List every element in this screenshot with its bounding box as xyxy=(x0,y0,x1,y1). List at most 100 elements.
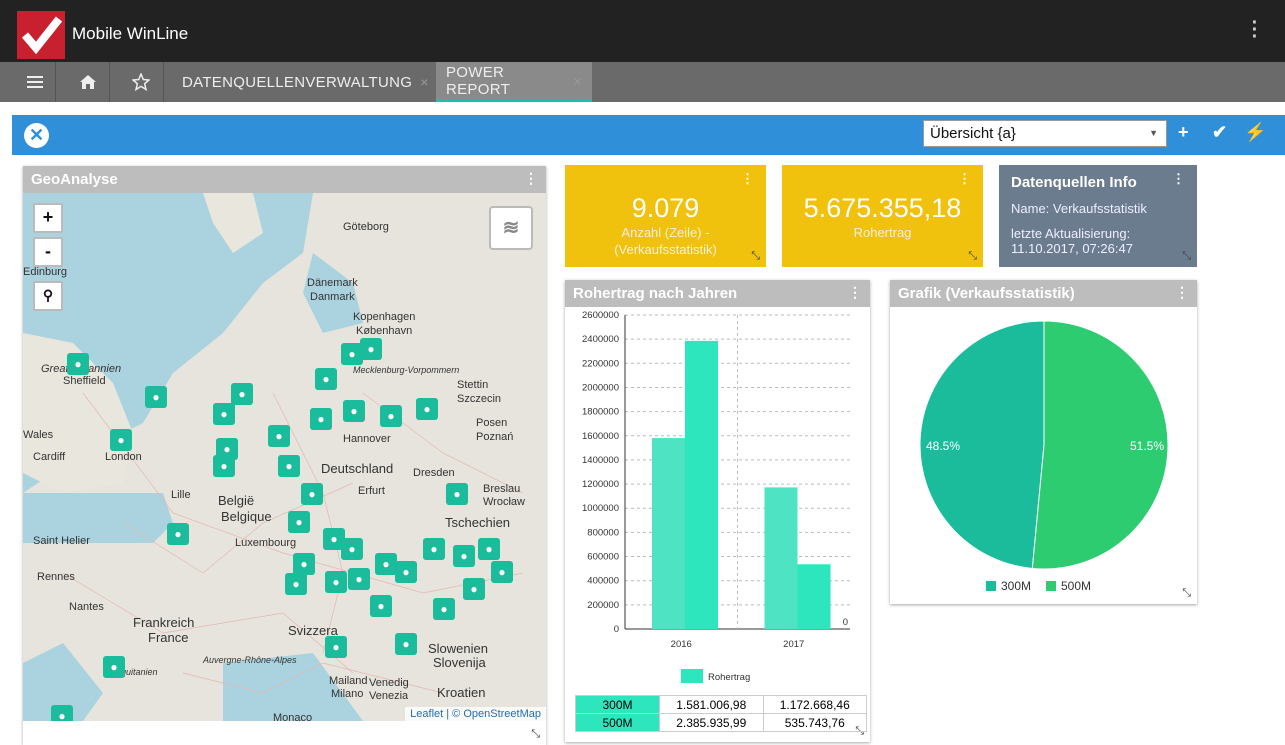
app-title: Mobile WinLine xyxy=(72,24,189,43)
checkmark-icon[interactable]: ✔ xyxy=(1212,122,1227,143)
map-marker[interactable]: ● xyxy=(395,633,417,655)
map-marker[interactable]: ● xyxy=(231,383,253,405)
map-view[interactable]: Göteborg Dänemark Danmark Kopenhagen Køb… xyxy=(23,193,546,721)
map-marker[interactable]: ● xyxy=(478,538,500,560)
data-table: 300M 1.581.006,98 1.172.668,46 500M 2.38… xyxy=(575,695,867,732)
map-marker[interactable]: ● xyxy=(167,523,189,545)
pie-chart-header: Grafik (Verkaufsstatistik) ⋮ xyxy=(890,280,1197,307)
bar xyxy=(652,438,685,629)
y-tick-label: 400000 xyxy=(587,576,619,587)
map-marker[interactable]: ● xyxy=(360,338,382,360)
hamburger-menu-icon[interactable] xyxy=(14,62,56,102)
map-marker[interactable]: ● xyxy=(293,553,315,575)
map-marker[interactable]: ● xyxy=(315,368,337,390)
bar-chart-panel: Rohertrag nach Jahren ⋮ 0 200000 400000 600… xyxy=(565,280,870,742)
map-attribution[interactable]: Leaflet | © OpenStreetMap xyxy=(405,707,546,721)
favorite-star-icon[interactable] xyxy=(118,62,164,102)
legend-swatch xyxy=(986,581,996,591)
map-marker[interactable]: ● xyxy=(370,595,392,617)
bar-chart: 0 200000 400000 600000 800000 1000000 1200000 1… xyxy=(582,310,850,683)
map-marker[interactable]: ● xyxy=(301,483,323,505)
map-marker[interactable]: ● xyxy=(341,538,363,560)
map-marker[interactable]: ● xyxy=(288,511,310,533)
tab-power-report[interactable]: Power Report × xyxy=(436,62,592,102)
table-row: 300M 1.581.006,98 1.172.668,46 xyxy=(575,695,867,714)
map-marker[interactable]: ● xyxy=(491,561,513,583)
y-tick-label: 2600000 xyxy=(582,310,619,321)
map-marker[interactable]: ● xyxy=(145,386,167,408)
resize-handle-icon[interactable]: ⤡ xyxy=(968,250,977,263)
map-marker[interactable]: ● xyxy=(375,553,397,575)
panel-menu-icon[interactable]: ⋮ xyxy=(1175,284,1189,301)
panel-menu-icon[interactable]: ⋮ xyxy=(958,171,971,187)
kpi-card-anzahl: ⋮ 9.079 Anzahl (Zeile) - (Verkaufsstatis… xyxy=(565,165,766,267)
y-tick-label: 1000000 xyxy=(582,503,619,514)
close-report-icon[interactable]: ✕ xyxy=(24,123,49,148)
map-marker[interactable]: ● xyxy=(380,405,402,427)
resize-handle-icon[interactable]: ⤡ xyxy=(1182,250,1191,263)
y-tick-label: 200000 xyxy=(587,600,619,611)
table-cell: 1.172.668,46 xyxy=(762,695,867,714)
map-marker[interactable]: ● xyxy=(213,403,235,425)
map-marker[interactable]: ● xyxy=(348,568,370,590)
resize-handle-icon[interactable]: ⤡ xyxy=(1182,587,1191,600)
map-marker[interactable]: ● xyxy=(416,398,438,420)
data-label: 0 xyxy=(843,617,848,628)
map-marker[interactable]: ● xyxy=(268,425,290,447)
map-marker[interactable]: ● xyxy=(453,545,475,567)
layers-icon[interactable]: ≋ xyxy=(489,206,533,250)
bar-chart-title: Rohertrag nach Jahren xyxy=(573,285,738,302)
panel-menu-icon[interactable]: ⋮ xyxy=(524,170,538,187)
map-search-icon[interactable]: ⚲ xyxy=(33,281,63,311)
map-marker[interactable]: ● xyxy=(446,483,468,505)
y-tick-label: 2000000 xyxy=(582,382,619,393)
close-tab-icon[interactable]: × xyxy=(420,74,428,90)
map-marker[interactable]: ● xyxy=(278,455,300,477)
map-marker[interactable]: ● xyxy=(285,573,307,595)
chevron-down-icon: ▼ xyxy=(1149,128,1158,138)
table-cell: 2.385.935,99 xyxy=(659,713,764,732)
bar xyxy=(797,564,831,629)
map-marker[interactable]: ● xyxy=(51,705,73,721)
info-title: Datenquellen Info xyxy=(1011,174,1137,191)
table-cell: 1.581.006,98 xyxy=(659,695,764,714)
add-icon[interactable]: + xyxy=(1178,122,1189,143)
tab-datenquellenverwaltung[interactable]: Datenquellenverwaltung × xyxy=(172,62,439,102)
resize-handle-icon[interactable]: ⤡ xyxy=(531,728,540,741)
magic-wand-icon[interactable]: ⚡ xyxy=(1244,122,1266,143)
y-tick-label: 1400000 xyxy=(582,455,619,466)
map-marker[interactable]: ● xyxy=(395,561,417,583)
view-select[interactable]: Übersicht {a} ▼ xyxy=(923,120,1167,147)
map-marker[interactable]: ● xyxy=(213,455,235,477)
map-marker[interactable]: ● xyxy=(423,538,445,560)
zoom-in-button[interactable]: + xyxy=(33,203,63,233)
close-tab-icon[interactable]: × xyxy=(574,73,582,89)
panel-menu-icon[interactable]: ⋮ xyxy=(848,284,862,301)
map-marker[interactable]: ● xyxy=(343,400,365,422)
zoom-out-button[interactable]: - xyxy=(33,237,63,267)
map-marker[interactable]: ● xyxy=(325,571,347,593)
map-marker[interactable]: ● xyxy=(103,656,125,678)
table-row: 500M 2.385.935,99 535.743,76 xyxy=(575,713,867,732)
info-updated-label: letzte Aktualisierung: xyxy=(1011,226,1131,241)
map-marker[interactable]: ● xyxy=(310,408,332,430)
map-marker[interactable]: ● xyxy=(463,578,485,600)
kpi-card-rohertrag: ⋮ 5.675.355,18 Rohertrag ⤡ xyxy=(782,165,983,267)
datasource-info-card: ⋮ Datenquellen Info Name: Verkaufsstatis… xyxy=(999,165,1197,267)
y-tick-label: 1800000 xyxy=(582,407,619,418)
home-icon[interactable] xyxy=(66,62,110,102)
map-marker[interactable]: ● xyxy=(325,636,347,658)
map-marker[interactable]: ● xyxy=(110,429,132,451)
map-marker[interactable]: ● xyxy=(433,598,455,620)
map-marker[interactable]: ● xyxy=(67,353,89,375)
tab-label: Power Report xyxy=(446,63,511,98)
legend-label: Rohertrag xyxy=(708,672,750,683)
kpi-value: 5.675.355,18 xyxy=(803,193,962,223)
app-menu-icon[interactable]: · · · xyxy=(1250,13,1260,47)
panel-menu-icon[interactable]: ⋮ xyxy=(1172,171,1185,187)
bar xyxy=(764,487,798,629)
resize-handle-icon[interactable]: ⤡ xyxy=(751,250,760,263)
panel-menu-icon[interactable]: ⋮ xyxy=(741,171,754,187)
tab-label: Datenquellenverwaltung xyxy=(182,73,413,91)
y-tick-label: 2400000 xyxy=(582,334,619,345)
